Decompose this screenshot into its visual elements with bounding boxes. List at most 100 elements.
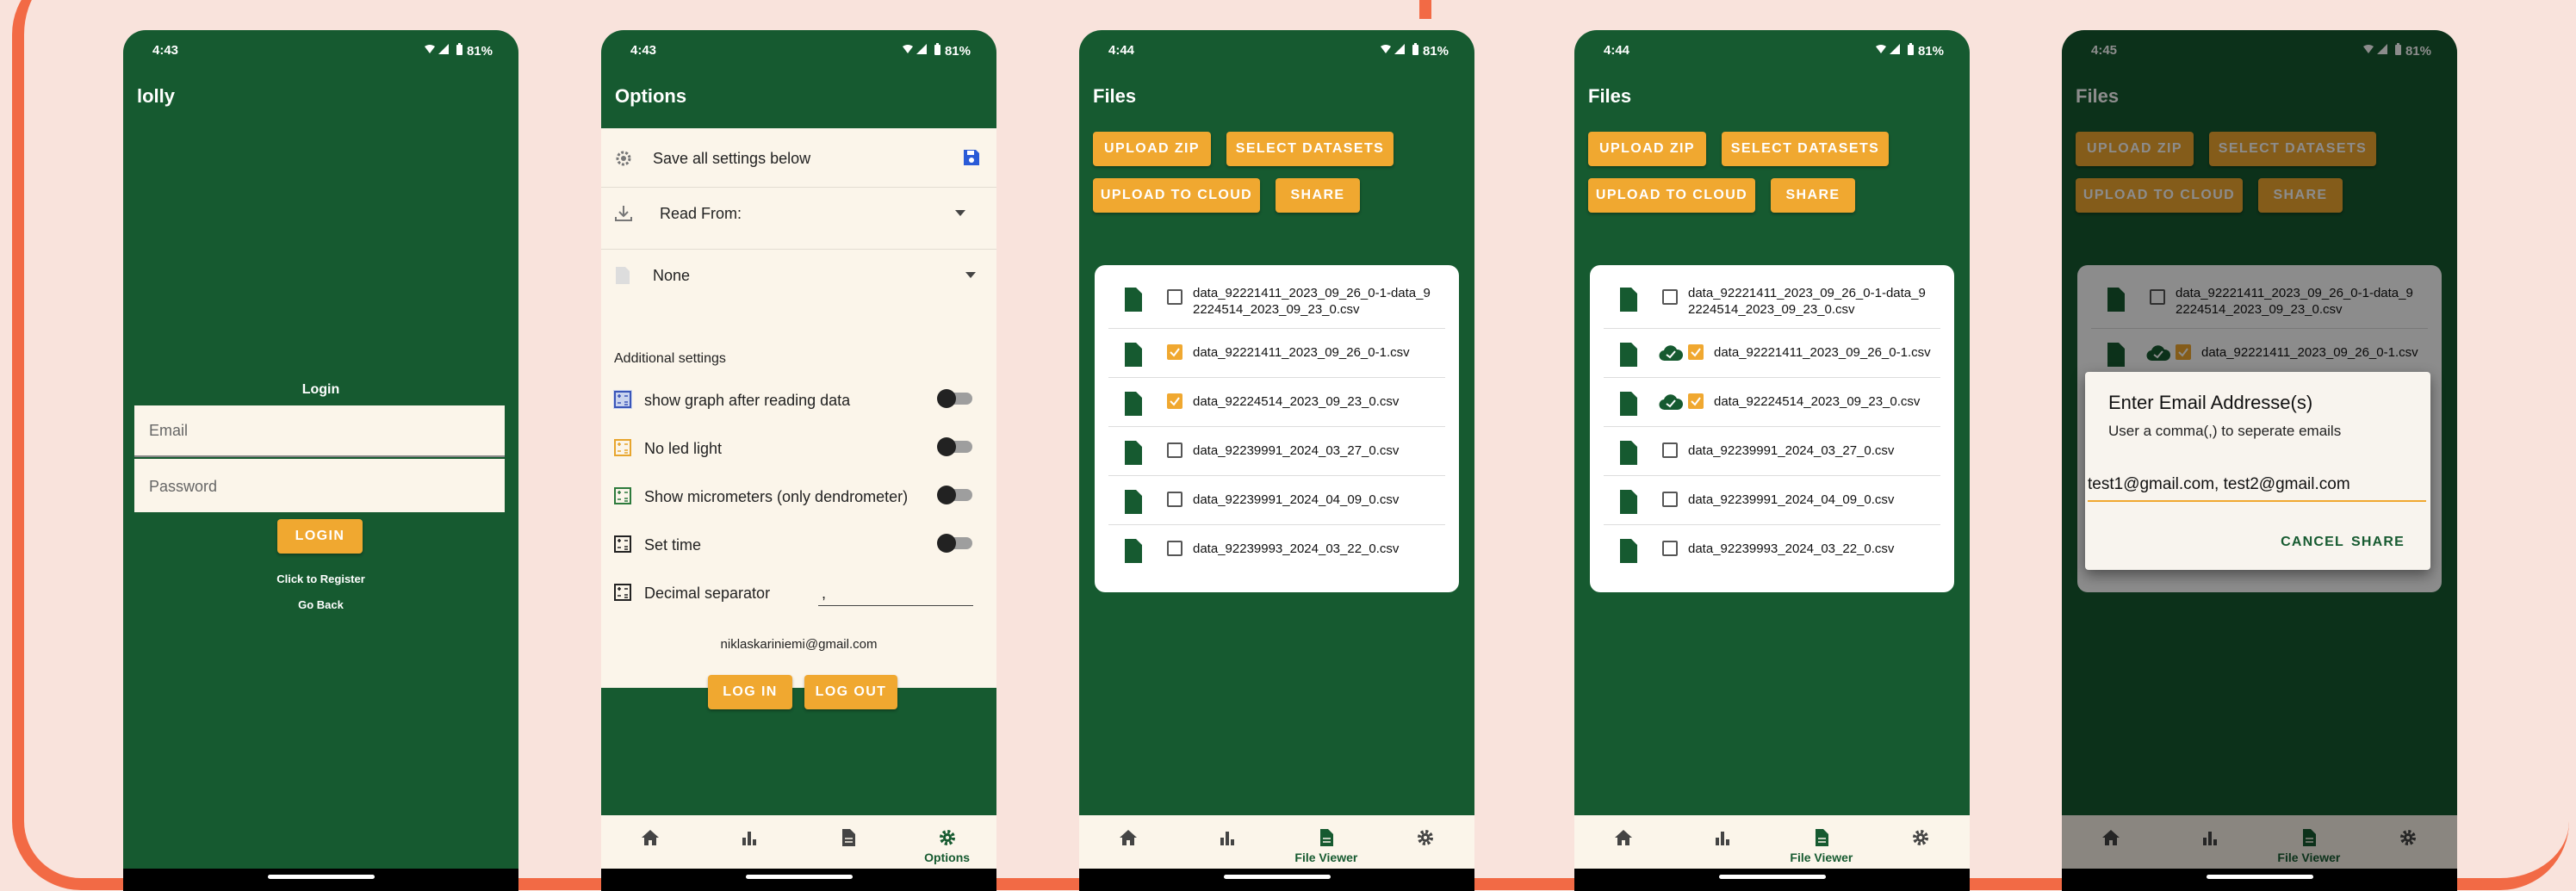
- share-button[interactable]: SHARE: [1276, 178, 1360, 213]
- file-checkbox-checked[interactable]: [1688, 393, 1704, 409]
- file-row[interactable]: data_92221411_2023_09_26_0-1.csv: [1108, 328, 1445, 378]
- nav-home[interactable]: [1574, 815, 1673, 869]
- nav-home[interactable]: [601, 815, 700, 869]
- signal-icon: [1875, 44, 1900, 54]
- file-checkbox[interactable]: [1662, 541, 1678, 556]
- nav-home[interactable]: [1079, 815, 1178, 869]
- register-link[interactable]: Click to Register: [123, 572, 518, 585]
- email-field[interactable]: Email: [134, 405, 505, 457]
- file-list-card: data_92221411_2023_09_26_0-1-data_9 22245…: [1095, 265, 1459, 592]
- save-settings-label: Save all settings below: [653, 150, 811, 167]
- decimal-separator-input[interactable]: ,: [818, 583, 973, 606]
- nav-options[interactable]: [1871, 815, 1970, 869]
- select-datasets-button[interactable]: SELECT DATASETS: [1722, 132, 1889, 166]
- gear-icon: [1912, 830, 1928, 845]
- email-input[interactable]: test1@gmail.com, test2@gmail.com: [2088, 473, 2426, 502]
- nav-options[interactable]: Options: [897, 815, 996, 869]
- file-checkbox-checked[interactable]: [1167, 393, 1182, 409]
- status-bar: 4:44 81%: [1079, 30, 1474, 70]
- login-heading: Login: [301, 382, 340, 397]
- chevron-down-icon: [955, 210, 965, 216]
- led-toggle[interactable]: [937, 437, 972, 456]
- checkmark-icon: [1170, 397, 1180, 406]
- nav-files[interactable]: File Viewer: [1772, 815, 1871, 869]
- signal-icon: [424, 44, 449, 54]
- battery-icon: [456, 43, 462, 55]
- file-row[interactable]: data_92239991_2024_03_27_0.csv: [1604, 426, 1940, 476]
- log-out-button[interactable]: LOG OUT: [804, 675, 897, 709]
- status-bar: 4:43 81%: [601, 30, 996, 70]
- go-back-link[interactable]: Go Back: [123, 598, 518, 611]
- home-icon: [1120, 830, 1138, 845]
- file-checkbox-checked[interactable]: [1167, 344, 1182, 360]
- nav-charts[interactable]: [1178, 815, 1277, 869]
- login-button[interactable]: LOGIN: [277, 519, 363, 554]
- home-icon: [1615, 830, 1633, 845]
- set-time-toggle[interactable]: [937, 534, 972, 553]
- file-checkbox[interactable]: [1662, 289, 1678, 305]
- checkmark-icon: [1691, 348, 1701, 357]
- file-name: data_92239993_2024_03_22_0.csv: [1688, 541, 1895, 556]
- signal-icon: [902, 44, 927, 54]
- device-dropdown[interactable]: None: [601, 249, 996, 298]
- file-row[interactable]: data_92221411_2023_09_26_0-1-data_9 22245…: [1604, 273, 1940, 329]
- read-from-dropdown[interactable]: Read From:: [601, 187, 996, 236]
- save-settings-row[interactable]: Save all settings below: [601, 133, 996, 181]
- system-nav-bar: [1574, 869, 1970, 891]
- nav-charts[interactable]: [700, 815, 799, 869]
- file-icon: [616, 267, 630, 284]
- home-handle[interactable]: [745, 875, 853, 879]
- upload-zip-button[interactable]: UPLOAD ZIP: [1588, 132, 1706, 166]
- share-dialog-button[interactable]: SHARE: [2351, 535, 2405, 550]
- file-row[interactable]: data_92224514_2023_09_23_0.csv: [1604, 377, 1940, 427]
- graph-toggle[interactable]: [937, 389, 972, 408]
- email-dialog: Enter Email Addresse(s) User a comma(,) …: [2085, 372, 2430, 570]
- file-checkbox[interactable]: [1167, 289, 1182, 305]
- bottom-navigation: Options: [601, 815, 996, 869]
- status-bar: 4:43 81%: [123, 30, 518, 70]
- status-time: 4:43: [152, 43, 179, 58]
- file-row[interactable]: data_92221411_2023_09_26_0-1.csv: [1604, 328, 1940, 378]
- file-row[interactable]: data_92239991_2024_04_09_0.csv: [1108, 475, 1445, 525]
- file-checkbox[interactable]: [1167, 492, 1182, 507]
- file-row[interactable]: data_92239993_2024_03_22_0.csv: [1108, 524, 1445, 573]
- setting-label: No led light: [644, 440, 723, 457]
- log-in-button[interactable]: LOG IN: [708, 675, 792, 709]
- home-handle[interactable]: [2206, 875, 2313, 879]
- file-checkbox[interactable]: [1167, 442, 1182, 458]
- file-name: data_92239993_2024_03_22_0.csv: [1193, 541, 1400, 556]
- upload-to-cloud-button[interactable]: UPLOAD TO CLOUD: [1588, 178, 1755, 213]
- nav-files[interactable]: [799, 815, 898, 869]
- file-checkbox-checked[interactable]: [1688, 344, 1704, 360]
- share-button[interactable]: SHARE: [1771, 178, 1855, 213]
- status-icons: 81%: [423, 43, 493, 59]
- decimal-separator-value: ,: [822, 585, 827, 602]
- file-row[interactable]: data_92239991_2024_04_09_0.csv: [1604, 475, 1940, 525]
- nav-charts[interactable]: [1673, 815, 1772, 869]
- document-icon: [1620, 490, 1637, 514]
- file-checkbox[interactable]: [1662, 492, 1678, 507]
- additional-settings-header: Additional settings: [614, 351, 726, 366]
- select-datasets-button[interactable]: SELECT DATASETS: [1226, 132, 1394, 166]
- cancel-button[interactable]: CANCEL: [2281, 535, 2344, 550]
- home-handle[interactable]: [1223, 875, 1331, 879]
- upload-to-cloud-button[interactable]: UPLOAD TO CLOUD: [1093, 178, 1260, 213]
- file-checkbox[interactable]: [1167, 541, 1182, 556]
- battery-percent: 81%: [944, 44, 971, 59]
- file-row[interactable]: data_92239993_2024_03_22_0.csv: [1604, 524, 1940, 573]
- file-row[interactable]: data_92239991_2024_03_27_0.csv: [1108, 426, 1445, 476]
- home-handle[interactable]: [267, 875, 375, 879]
- password-field[interactable]: Password: [134, 459, 505, 512]
- file-row[interactable]: data_92224514_2023_09_23_0.csv: [1108, 377, 1445, 427]
- home-handle[interactable]: [1718, 875, 1826, 879]
- upload-zip-button[interactable]: UPLOAD ZIP: [1093, 132, 1211, 166]
- micrometers-toggle[interactable]: [937, 486, 972, 504]
- file-row[interactable]: data_92221411_2023_09_26_0-1-data_9 22245…: [1108, 273, 1445, 329]
- nav-options[interactable]: [1375, 815, 1474, 869]
- phone-login-screen: 4:43 81% lolly Login Email Password LOGI…: [123, 30, 518, 891]
- setting-row-led: No led light: [601, 423, 996, 471]
- nav-files[interactable]: File Viewer: [1277, 815, 1376, 869]
- file-checkbox[interactable]: [1662, 442, 1678, 458]
- setting-row-graph: show graph after reading data: [601, 374, 996, 423]
- save-icon[interactable]: [962, 148, 981, 167]
